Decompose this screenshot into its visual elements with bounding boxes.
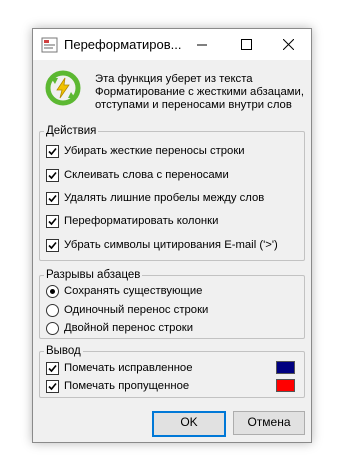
checkmark-icon <box>48 241 57 250</box>
checkbox-label: Убирать жесткие переносы строки <box>64 145 245 157</box>
skipped-color-swatch[interactable] <box>276 379 295 392</box>
checkbox-box[interactable] <box>46 362 59 375</box>
description-line: Эта функция уберет из текста <box>95 73 253 85</box>
checkmark-icon <box>48 364 57 373</box>
close-icon <box>283 39 294 50</box>
reformat-dialog: Переформатиров... Эта функция уберет из … <box>32 28 312 443</box>
minimize-button[interactable] <box>181 29 225 60</box>
radio-dot <box>50 289 55 294</box>
description-line: отступами и переносами внутри слов <box>95 99 292 111</box>
corrected-color-swatch[interactable] <box>276 361 295 374</box>
minimize-icon <box>197 44 207 46</box>
reformat-icon <box>45 70 81 106</box>
radio-button[interactable] <box>46 322 59 335</box>
radio-label: Сохранять существующие <box>64 285 203 297</box>
checkmark-icon <box>48 382 57 391</box>
description: Эта функция уберет из текста Форматирова… <box>95 73 305 112</box>
cancel-button[interactable]: Отмена <box>233 411 305 435</box>
checkbox-box[interactable] <box>46 380 59 393</box>
checkmark-icon <box>48 171 57 180</box>
checkbox-label: Переформатировать колонки <box>64 215 219 227</box>
radio-button[interactable] <box>46 285 59 298</box>
checkbox-box[interactable] <box>46 169 59 182</box>
paragraph-breaks-group: Разрывы абзацев Сохранять существующие О… <box>39 268 305 339</box>
radio-label: Двойной перенос строки <box>64 322 194 334</box>
breaks-legend: Разрывы абзацев <box>44 268 143 282</box>
checkbox-label: Склеивать слова с переносами <box>64 169 229 181</box>
checkbox-box[interactable] <box>46 145 59 158</box>
maximize-button[interactable] <box>225 29 269 60</box>
checkbox-label: Убрать символы цитирования E-mail ('>') <box>64 239 278 251</box>
maximize-icon <box>241 39 252 50</box>
checkmark-icon <box>48 194 57 203</box>
actions-group: Действия Убирать жесткие переносы строки… <box>39 124 305 261</box>
description-line: Форматирование с жесткими абзацами, <box>95 86 304 98</box>
app-icon <box>41 37 58 53</box>
close-button[interactable] <box>267 29 311 60</box>
checkbox-mark-corrected[interactable]: Помечать исправленное <box>46 361 302 377</box>
output-group: Вывод Помечать исправленное Помечать про… <box>39 344 305 398</box>
actions-legend: Действия <box>44 124 99 138</box>
checkbox-box[interactable] <box>46 192 59 205</box>
checkbox-label: Помечать пропущенное <box>64 380 190 392</box>
title-bar[interactable]: Переформатиров... <box>33 29 311 60</box>
radio-button[interactable] <box>46 304 59 317</box>
window-title: Переформатиров... <box>64 37 182 52</box>
checkbox-box[interactable] <box>46 215 59 228</box>
radio-label: Одиночный перенос строки <box>64 304 209 316</box>
output-legend: Вывод <box>44 344 83 358</box>
ok-button[interactable]: OK <box>152 411 226 437</box>
checkmark-icon <box>48 147 57 156</box>
checkmark-icon <box>48 217 57 226</box>
checkbox-label: Помечать исправленное <box>64 362 193 374</box>
checkbox-label: Удалять лишние пробелы между слов <box>64 192 265 204</box>
checkbox-box[interactable] <box>46 239 59 252</box>
checkbox-mark-skipped[interactable]: Помечать пропущенное <box>46 379 302 395</box>
